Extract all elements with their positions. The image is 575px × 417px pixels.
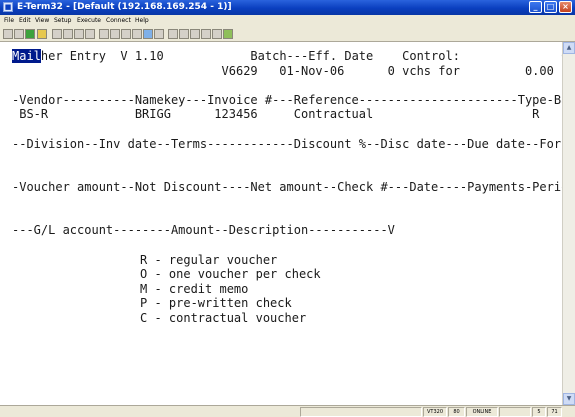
find-icon[interactable]: [179, 29, 189, 39]
capture-icon[interactable]: [201, 29, 211, 39]
print-icon[interactable]: [14, 29, 24, 39]
menu-bar: File Edit View Setup Execute Connect Hel…: [0, 15, 575, 27]
menu-connect[interactable]: Connect: [106, 17, 131, 24]
window-title: E-Term32 - [Default (192.168.169.254 - 1…: [17, 2, 232, 12]
settings-icon[interactable]: [132, 29, 142, 39]
session-icon[interactable]: [99, 29, 109, 39]
transfer-icon[interactable]: [121, 29, 131, 39]
vertical-scrollbar[interactable]: ▲ ▼: [562, 42, 575, 405]
paste-icon[interactable]: [85, 29, 95, 39]
status-message: [300, 407, 422, 417]
batch-line: V6629 01-Nov-06 0 vchs for 0.00: [12, 64, 554, 78]
minimize-button[interactable]: _: [529, 1, 542, 13]
menu-edit[interactable]: Edit: [19, 17, 31, 24]
option-pre-written-check: P - pre-written check: [140, 296, 292, 310]
scroll-up-button[interactable]: ▲: [563, 42, 575, 54]
copy-icon[interactable]: [74, 29, 84, 39]
option-credit-memo: M - credit memo: [140, 282, 249, 296]
status-connection: ONLINE: [466, 407, 498, 417]
program-header: her Entry V 1.10 Batch---Eff. Date Contr…: [40, 49, 575, 63]
maximize-button[interactable]: □: [544, 1, 557, 13]
status-cursor-row: 5: [532, 407, 546, 417]
menu-help[interactable]: Help: [135, 17, 149, 24]
status-emulation: VT320: [423, 407, 447, 417]
vendor-values: BS-R BRIGG 123456 Contractual R: [12, 107, 540, 121]
menu-setup[interactable]: Setup: [54, 17, 71, 24]
terminal-screen[interactable]: Mailher Entry V 1.10 Batch---Eff. Date C…: [0, 42, 575, 405]
toolbar: [0, 27, 575, 42]
tools-icon[interactable]: [168, 29, 178, 39]
menu-execute[interactable]: Execute: [77, 17, 101, 24]
status-cursor-col: 71: [547, 407, 562, 417]
option-contractual-voucher: C - contractual voucher: [140, 311, 307, 325]
save-icon[interactable]: [52, 29, 62, 39]
cut-icon[interactable]: [63, 29, 73, 39]
terminal-line-1: Mailher Entry V 1.10 Batch---Eff. Date C…: [12, 49, 575, 63]
text-cursor: Mail: [12, 49, 41, 63]
menu-file[interactable]: File: [4, 17, 14, 24]
status-blank: [499, 407, 531, 417]
macro-icon[interactable]: [154, 29, 164, 39]
voucher-header: -Voucher amount--Not Discount----Net amo…: [12, 180, 575, 194]
close-button[interactable]: ×: [559, 1, 572, 13]
title-bar[interactable]: ■ E-Term32 - [Default (192.168.169.254 -…: [0, 0, 575, 15]
connect-icon[interactable]: [25, 29, 35, 39]
menu-view[interactable]: View: [35, 17, 49, 24]
help-icon[interactable]: [223, 29, 233, 39]
gl-account-header: ---G/L account--------Amount--Descriptio…: [12, 223, 395, 237]
terminal-app-icon[interactable]: ■: [3, 2, 13, 12]
keyboard-icon[interactable]: [110, 29, 120, 39]
open-icon[interactable]: [37, 29, 47, 39]
vendor-header: -Vendor----------Namekey---Invoice #---R…: [12, 93, 575, 107]
option-regular-voucher: R - regular voucher: [140, 253, 278, 267]
status-columns: 80: [448, 407, 465, 417]
script-icon[interactable]: [190, 29, 200, 39]
option-one-voucher: O - one voucher per check: [140, 267, 321, 281]
division-header: --Division--Inv date--Terms------------D…: [12, 137, 575, 151]
disconnect-icon[interactable]: [3, 29, 13, 39]
config-icon[interactable]: [212, 29, 222, 39]
status-bar: VT320 80 ONLINE 5 71: [0, 405, 575, 417]
scroll-down-button[interactable]: ▼: [563, 393, 575, 405]
monitor-icon[interactable]: [143, 29, 153, 39]
